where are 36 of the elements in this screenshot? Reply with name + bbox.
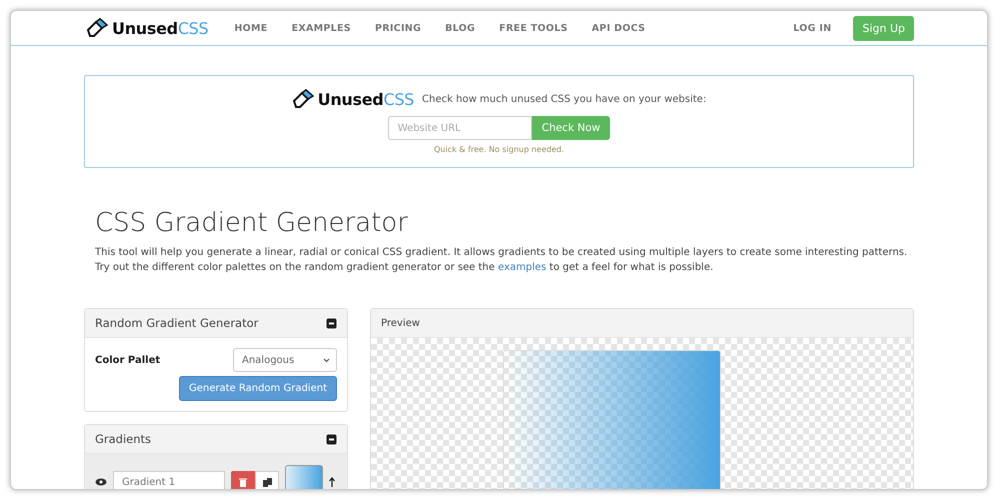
delete-button[interactable]	[231, 471, 255, 489]
palette-select[interactable]: Analogous	[233, 348, 337, 372]
eraser-icon	[292, 89, 316, 109]
panel-title: Random Gradient Generator	[95, 316, 258, 330]
page-title: CSS Gradient Generator	[95, 208, 409, 238]
gradient-name-field[interactable]: Gradient 1	[113, 471, 225, 489]
generate-button[interactable]: Generate Random Gradient	[179, 376, 337, 401]
eraser-icon	[86, 18, 110, 38]
gradient-swatch[interactable]	[285, 465, 323, 489]
examples-link[interactable]: examples	[498, 262, 546, 273]
up-arrow-icon[interactable]	[329, 477, 335, 487]
nav-link[interactable]: API DOCS	[580, 22, 658, 34]
signup-button[interactable]: Sign Up	[853, 16, 914, 40]
check-now-button[interactable]: Check Now	[532, 116, 610, 140]
trash-icon	[239, 478, 247, 486]
collapse-icon[interactable]	[326, 318, 337, 328]
login-link[interactable]: LOG IN	[793, 22, 832, 34]
copy-icon	[262, 478, 272, 486]
nav-link[interactable]: EXAMPLES	[280, 22, 363, 34]
copy-button[interactable]	[255, 471, 279, 489]
intro-text: This tool will help you generate a linear, radial or conical CSS gradient. It allows gradients to be created using multiple layers to create some interesting patterns. Try out the different color palettes on the random gradient generator or see the examples to get a feel for what is possible.	[95, 246, 908, 275]
url-field[interactable]: Website URL	[388, 116, 532, 140]
note-text: Quick & free. No signup needed.	[434, 145, 564, 154]
tagline: Check how much unused CSS you have on your website:	[422, 94, 706, 104]
eye-icon[interactable]	[95, 478, 107, 486]
nav-link[interactable]: HOME	[222, 22, 280, 34]
nav-link[interactable]: FREE TOOLS	[487, 22, 580, 34]
logo-text: UnusedCSS	[112, 18, 208, 38]
logo-text: UnusedCSS	[318, 90, 414, 108]
field-label: Color Pallet	[95, 354, 160, 366]
caret-icon	[323, 358, 330, 362]
panel-title: Preview	[381, 318, 420, 328]
nav-link[interactable]: BLOG	[433, 22, 488, 34]
panel-title: Gradients	[95, 432, 152, 446]
nav-link[interactable]: PRICING	[362, 22, 434, 34]
collapse-icon[interactable]	[326, 434, 337, 444]
